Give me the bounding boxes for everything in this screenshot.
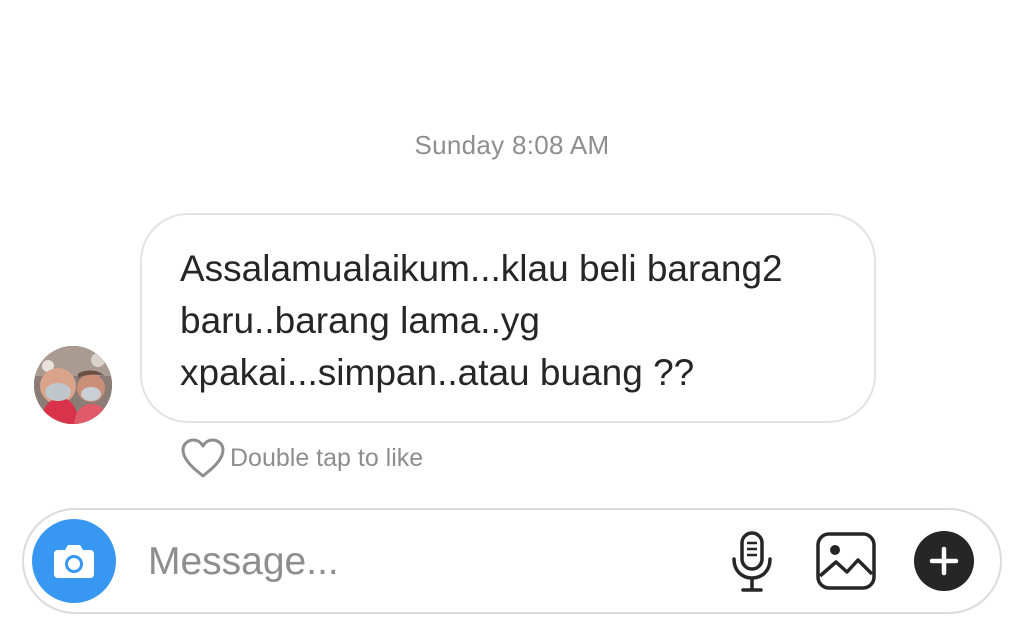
avatar-photo [34, 346, 112, 424]
gallery-button[interactable] [814, 530, 878, 592]
heart-icon[interactable] [180, 437, 226, 479]
microphone-icon [732, 531, 772, 592]
microphone-button[interactable] [726, 530, 778, 594]
message-text-line: baru..barang lama..yg [180, 300, 540, 341]
gallery-icon [816, 532, 876, 590]
direct-message-thread: Sunday 8:08 AM Assalamualaikum...klau be… [0, 0, 1024, 635]
message-bubble[interactable]: Assalamualaikum...klau beli barang2 baru… [140, 213, 876, 423]
camera-button[interactable] [32, 519, 116, 603]
sender-avatar[interactable] [34, 346, 112, 424]
like-hint-label: Double tap to like [230, 443, 424, 472]
more-actions-button[interactable] [914, 531, 974, 591]
like-hint[interactable]: Double tap to like [180, 436, 423, 480]
message-text-line: xpakai...simpan..atau buang ?? [180, 352, 695, 393]
plus-icon [929, 546, 959, 576]
message-input[interactable] [148, 536, 688, 588]
message-timestamp: Sunday 8:08 AM [414, 130, 610, 160]
message-text-line: Assalamualaikum...klau beli barang2 [180, 248, 783, 289]
camera-icon [54, 545, 94, 578]
